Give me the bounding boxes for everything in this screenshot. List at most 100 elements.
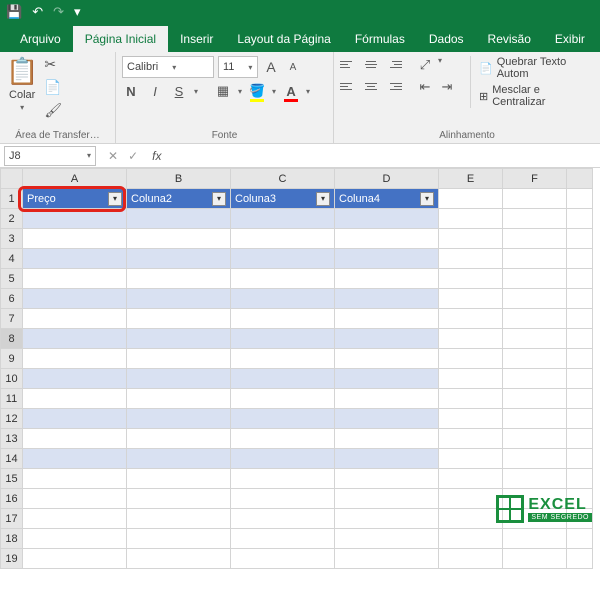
cell-B13[interactable]	[127, 429, 231, 449]
filter-dropdown-icon[interactable]: ▾	[316, 192, 330, 206]
cell-F5[interactable]	[503, 269, 567, 289]
align-middle-icon[interactable]	[362, 56, 380, 72]
cell-B10[interactable]	[127, 369, 231, 389]
cell-F15[interactable]	[503, 469, 567, 489]
cell-F10[interactable]	[503, 369, 567, 389]
col-head-C[interactable]: C	[231, 169, 335, 189]
align-bottom-icon[interactable]	[384, 56, 402, 72]
tab-formulas[interactable]: Fórmulas	[343, 26, 417, 52]
cell-5[interactable]	[567, 269, 593, 289]
cell-E7[interactable]	[439, 309, 503, 329]
paste-icon[interactable]: 📋	[6, 56, 38, 87]
cell-11[interactable]	[567, 389, 593, 409]
cell-B5[interactable]	[127, 269, 231, 289]
cell-10[interactable]	[567, 369, 593, 389]
cell-B18[interactable]	[127, 529, 231, 549]
row-head-11[interactable]: 11	[1, 389, 23, 409]
align-top-icon[interactable]	[340, 56, 358, 72]
wrap-text-button[interactable]: 📄 Quebrar Texto Autom	[479, 56, 594, 80]
font-color-dropdown[interactable]: ▾	[306, 87, 310, 96]
filter-dropdown-icon[interactable]: ▾	[212, 192, 226, 206]
fill-color-button[interactable]: 🪣	[248, 82, 266, 100]
col-head-B[interactable]: B	[127, 169, 231, 189]
fx-icon[interactable]: fx	[146, 149, 167, 163]
cell-E8[interactable]	[439, 329, 503, 349]
cell-7[interactable]	[567, 309, 593, 329]
cell-D2[interactable]	[335, 209, 439, 229]
cell-18[interactable]	[567, 529, 593, 549]
copy-icon[interactable]: 📄	[44, 79, 62, 96]
filter-dropdown-icon[interactable]: ▾	[420, 192, 434, 206]
col-head-D[interactable]: D	[335, 169, 439, 189]
cell-E1[interactable]	[439, 189, 503, 209]
cell-F18[interactable]	[503, 529, 567, 549]
row-head-17[interactable]: 17	[1, 509, 23, 529]
cell-D4[interactable]	[335, 249, 439, 269]
increase-indent-icon[interactable]: ⇥	[438, 78, 456, 96]
underline-button[interactable]: S	[170, 82, 188, 100]
cell-C11[interactable]	[231, 389, 335, 409]
cell-F13[interactable]	[503, 429, 567, 449]
cut-icon[interactable]: ✂	[44, 56, 62, 73]
cell-D6[interactable]	[335, 289, 439, 309]
cell-B15[interactable]	[127, 469, 231, 489]
cell-A11[interactable]	[23, 389, 127, 409]
orientation-icon[interactable]: ⤢	[416, 56, 434, 74]
cell-A15[interactable]	[23, 469, 127, 489]
cell-B11[interactable]	[127, 389, 231, 409]
cell-C16[interactable]	[231, 489, 335, 509]
cell-A14[interactable]	[23, 449, 127, 469]
cell-13[interactable]	[567, 429, 593, 449]
save-icon[interactable]: 💾	[6, 4, 22, 20]
cell-F9[interactable]	[503, 349, 567, 369]
cell-C15[interactable]	[231, 469, 335, 489]
align-center-icon[interactable]	[362, 78, 380, 94]
cell-A9[interactable]	[23, 349, 127, 369]
cell-E17[interactable]	[439, 509, 503, 529]
cell-E2[interactable]	[439, 209, 503, 229]
customize-qat-icon[interactable]: ▾	[74, 4, 81, 20]
row-head-1[interactable]: 1	[1, 189, 23, 209]
cell-B9[interactable]	[127, 349, 231, 369]
shrink-font-icon[interactable]: A	[284, 58, 302, 76]
row-head-10[interactable]: 10	[1, 369, 23, 389]
cell-19[interactable]	[567, 549, 593, 569]
cell-6[interactable]	[567, 289, 593, 309]
name-box-dropdown-icon[interactable]: ▾	[87, 151, 91, 160]
cell-C9[interactable]	[231, 349, 335, 369]
cell-E10[interactable]	[439, 369, 503, 389]
row-head-18[interactable]: 18	[1, 529, 23, 549]
underline-dropdown[interactable]: ▾	[194, 87, 198, 96]
cell-1[interactable]	[567, 189, 593, 209]
cell-A19[interactable]	[23, 549, 127, 569]
row-head-15[interactable]: 15	[1, 469, 23, 489]
row-head-9[interactable]: 9	[1, 349, 23, 369]
cell-D18[interactable]	[335, 529, 439, 549]
tab-exibir[interactable]: Exibir	[543, 26, 597, 52]
cell-4[interactable]	[567, 249, 593, 269]
cell-C6[interactable]	[231, 289, 335, 309]
cell-D17[interactable]	[335, 509, 439, 529]
cell-C7[interactable]	[231, 309, 335, 329]
border-button[interactable]: ▦	[214, 82, 232, 100]
cell-C1[interactable]: Coluna3▾	[231, 189, 335, 209]
orientation-dropdown[interactable]: ▾	[438, 56, 442, 74]
tab-pagina-inicial[interactable]: Página Inicial	[73, 26, 168, 52]
cell-D3[interactable]	[335, 229, 439, 249]
cell-C13[interactable]	[231, 429, 335, 449]
cell-B14[interactable]	[127, 449, 231, 469]
cell-E12[interactable]	[439, 409, 503, 429]
cell-C5[interactable]	[231, 269, 335, 289]
cell-F14[interactable]	[503, 449, 567, 469]
cell-B2[interactable]	[127, 209, 231, 229]
cell-A8[interactable]	[23, 329, 127, 349]
cell-F12[interactable]	[503, 409, 567, 429]
cell-A2[interactable]	[23, 209, 127, 229]
cell-D8[interactable]	[335, 329, 439, 349]
cell-B19[interactable]	[127, 549, 231, 569]
cell-E4[interactable]	[439, 249, 503, 269]
cell-B16[interactable]	[127, 489, 231, 509]
name-box[interactable]: J8 ▾	[4, 146, 96, 166]
cell-D1[interactable]: Coluna4▾	[335, 189, 439, 209]
bold-button[interactable]: N	[122, 82, 140, 100]
